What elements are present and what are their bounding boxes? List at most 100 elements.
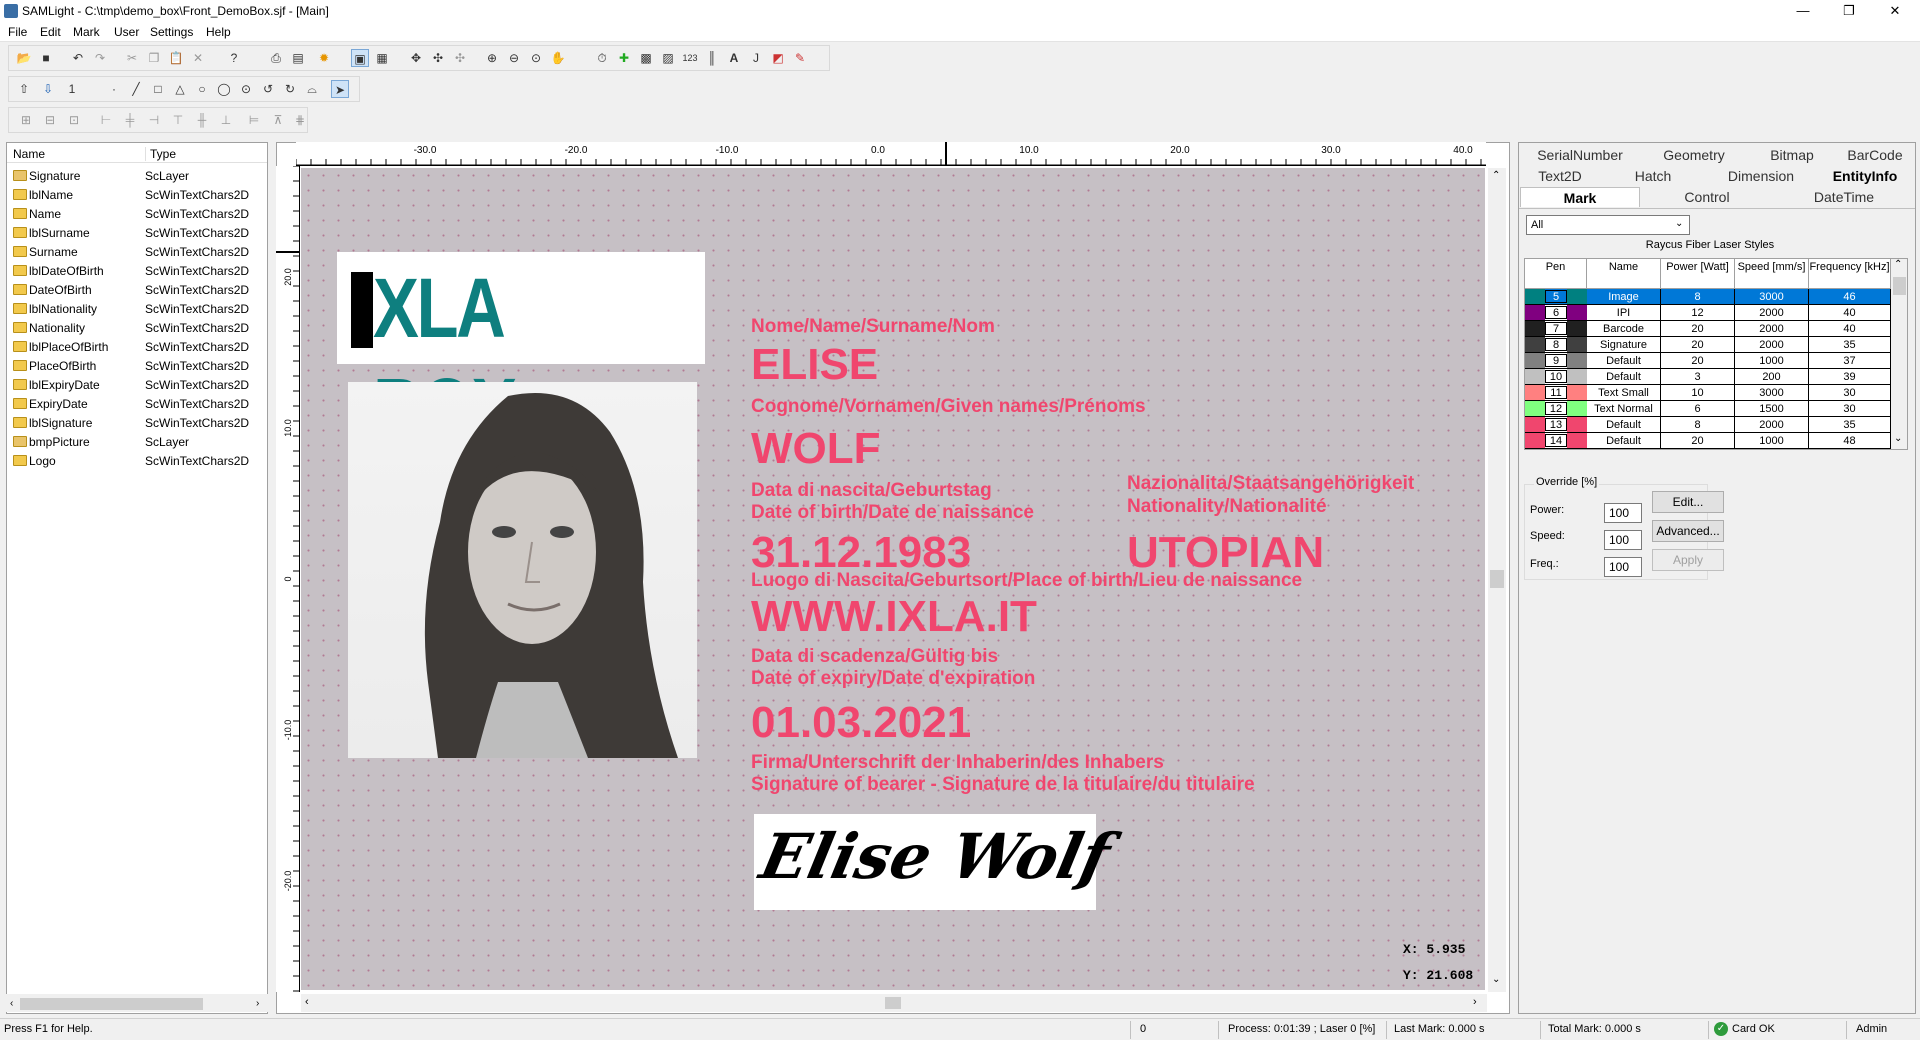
label-nationality-2[interactable]: Nationality/Nationalité: [1127, 496, 1327, 518]
delete-icon[interactable]: ✕: [189, 49, 207, 67]
tree-row[interactable]: Signature ScLayer: [7, 167, 267, 186]
value-expiry[interactable]: 01.03.2021: [751, 698, 971, 748]
maximize-button[interactable]: ❐: [1826, 0, 1872, 22]
label-nationality-1[interactable]: Nazionalita/Staatsangehörigkeit: [1127, 473, 1414, 495]
label-name[interactable]: Nome/Name/Surname/Nom: [751, 316, 995, 338]
tab-barcode[interactable]: BarCode: [1836, 145, 1914, 165]
pen-styles-table[interactable]: Pen Name Power [Watt] Speed [mm/s] Frequ…: [1524, 258, 1908, 450]
portrait-photo[interactable]: [348, 382, 697, 758]
tab-serialnumber[interactable]: SerialNumber: [1520, 145, 1640, 165]
tab-dimension[interactable]: Dimension: [1706, 166, 1816, 186]
signature-box[interactable]: Elise Wolf: [754, 814, 1116, 910]
tree-row[interactable]: lblDateOfBirth ScWinTextChars2D: [7, 262, 267, 281]
zoom-fit-icon[interactable]: ⊙: [527, 49, 545, 67]
pen-col-speed[interactable]: Speed [mm/s]: [1735, 259, 1809, 289]
align-center-icon[interactable]: ╪: [121, 111, 139, 129]
tab-control[interactable]: Control: [1640, 187, 1774, 207]
align-middle-icon[interactable]: ╫: [193, 111, 211, 129]
canvas-vertical-scrollbar[interactable]: ⌃ ⌄: [1488, 168, 1506, 992]
select-pointer-icon[interactable]: ➤: [331, 80, 349, 98]
help-icon[interactable]: ?: [225, 49, 243, 67]
logo-box[interactable]: XLA BOX: [337, 252, 705, 455]
design-canvas[interactable]: XLA BOX Nome/Name/Surname/Nom ELISE Cogn…: [301, 168, 1485, 990]
line-icon[interactable]: ╱: [127, 80, 145, 98]
pen-row[interactable]: 7 Barcode 20 2000 40: [1525, 321, 1891, 337]
ungroup-icon[interactable]: ⊟: [41, 111, 59, 129]
distribute-v-icon[interactable]: ⊼: [269, 111, 287, 129]
override-freq-input[interactable]: 100: [1604, 557, 1642, 577]
open-icon[interactable]: 📂: [15, 49, 33, 67]
tree-row[interactable]: Name ScWinTextChars2D: [7, 205, 267, 224]
paste-icon[interactable]: 📋: [167, 49, 185, 67]
override-power-input[interactable]: 100: [1604, 503, 1642, 523]
hatch-icon[interactable]: ◩: [769, 49, 787, 67]
pen-icon[interactable]: ✎: [791, 49, 809, 67]
pen-row[interactable]: 9 Default 20 1000 37: [1525, 353, 1891, 369]
pen-scroll-thumb[interactable]: [1893, 277, 1906, 295]
tree-row[interactable]: Surname ScWinTextChars2D: [7, 243, 267, 262]
move-down-icon[interactable]: ⇩: [39, 80, 57, 98]
pen-row[interactable]: 13 Default 8 2000 35: [1525, 417, 1891, 433]
print-preview-icon[interactable]: ▤: [289, 49, 307, 67]
pen-row[interactable]: 11 Text Small 10 3000 30: [1525, 385, 1891, 401]
print-icon[interactable]: ⎙: [267, 49, 285, 67]
label-expiry-2[interactable]: Date of expiry/Date d'expiration: [751, 668, 1035, 690]
circle-center-icon[interactable]: ⊙: [237, 80, 255, 98]
scroll-down-icon[interactable]: ⌄: [1492, 974, 1500, 985]
ellipse-icon[interactable]: ◯: [215, 80, 233, 98]
barcode-2d-icon[interactable]: ▩: [637, 49, 655, 67]
style-filter-select[interactable]: All ⌄: [1526, 215, 1690, 235]
canvas-hscroll-thumb[interactable]: [885, 997, 901, 1009]
pen-row[interactable]: 12 Text Normal 6 1500 30: [1525, 401, 1891, 417]
tab-text2d[interactable]: Text2D: [1520, 166, 1600, 186]
pen-row[interactable]: 5 Image 8 3000 46: [1525, 289, 1891, 305]
undo-icon[interactable]: ↶: [69, 49, 87, 67]
tree-row[interactable]: Logo ScWinTextChars2D: [7, 452, 267, 471]
triangle-icon[interactable]: △: [171, 80, 189, 98]
edit-button[interactable]: Edit...: [1652, 491, 1724, 513]
tab-entityinfo[interactable]: EntityInfo: [1816, 166, 1914, 186]
laser-icon[interactable]: ✹: [315, 49, 333, 67]
polygon-icon[interactable]: ⌓: [303, 80, 321, 98]
entity-tree[interactable]: Name Type Signature ScLayer lblName ScWinTe…: [6, 142, 268, 1014]
canvas-vscroll-thumb[interactable]: [1490, 570, 1504, 588]
value-surname[interactable]: WOLF: [751, 424, 881, 474]
tree-scroll-thumb[interactable]: [20, 998, 203, 1010]
tree-horizontal-scrollbar[interactable]: ‹ ›: [6, 994, 268, 1012]
pen-row[interactable]: 8 Signature 20 2000 35: [1525, 337, 1891, 353]
arc-icon[interactable]: ↺: [259, 80, 277, 98]
menu-mark[interactable]: Mark: [73, 25, 100, 39]
grid-icon[interactable]: ▦: [373, 49, 391, 67]
barcode-icon[interactable]: ║: [703, 49, 721, 67]
pen-table-scrollbar[interactable]: ⌃ ⌄: [1891, 259, 1907, 449]
cut-icon[interactable]: ✂: [123, 49, 141, 67]
tree-row[interactable]: bmpPicture ScLayer: [7, 433, 267, 452]
resize-icon[interactable]: ✣: [429, 49, 447, 67]
pen-row[interactable]: 10 Default 3 200 39: [1525, 369, 1891, 385]
pen-col-name[interactable]: Name: [1587, 259, 1661, 289]
menu-edit[interactable]: Edit: [40, 25, 61, 39]
copy-icon[interactable]: ❐: [145, 49, 163, 67]
group-icon[interactable]: ⊞: [17, 111, 35, 129]
view-icon[interactable]: ▣: [351, 49, 369, 67]
menu-user[interactable]: User: [114, 25, 139, 39]
point-icon[interactable]: ·: [105, 80, 123, 98]
close-button[interactable]: ✕: [1872, 0, 1918, 22]
align-right-icon[interactable]: ⊣: [145, 111, 163, 129]
pen-col-power[interactable]: Power [Watt]: [1661, 259, 1735, 289]
tab-hatch[interactable]: Hatch: [1600, 166, 1706, 186]
timer-icon[interactable]: ⏱: [593, 49, 611, 67]
save-icon[interactable]: ■: [37, 49, 55, 67]
zoom-out-icon[interactable]: ⊖: [505, 49, 523, 67]
menu-settings[interactable]: Settings: [150, 25, 193, 39]
pen-col-pen[interactable]: Pen: [1525, 259, 1587, 289]
pan-icon[interactable]: ✋: [549, 49, 567, 67]
arc2-icon[interactable]: ↻: [281, 80, 299, 98]
serial-number-icon[interactable]: 123: [681, 49, 699, 67]
lock-icon[interactable]: ⊡: [65, 111, 83, 129]
scroll-up-icon[interactable]: ⌃: [1492, 170, 1500, 181]
label-expiry-1[interactable]: Data di scadenza/Gültig bis: [751, 646, 998, 668]
pen-row[interactable]: 6 IPI 12 2000 40: [1525, 305, 1891, 321]
align-left-icon[interactable]: ⊢: [97, 111, 115, 129]
distribute-grid-icon[interactable]: ⋕: [291, 111, 309, 129]
